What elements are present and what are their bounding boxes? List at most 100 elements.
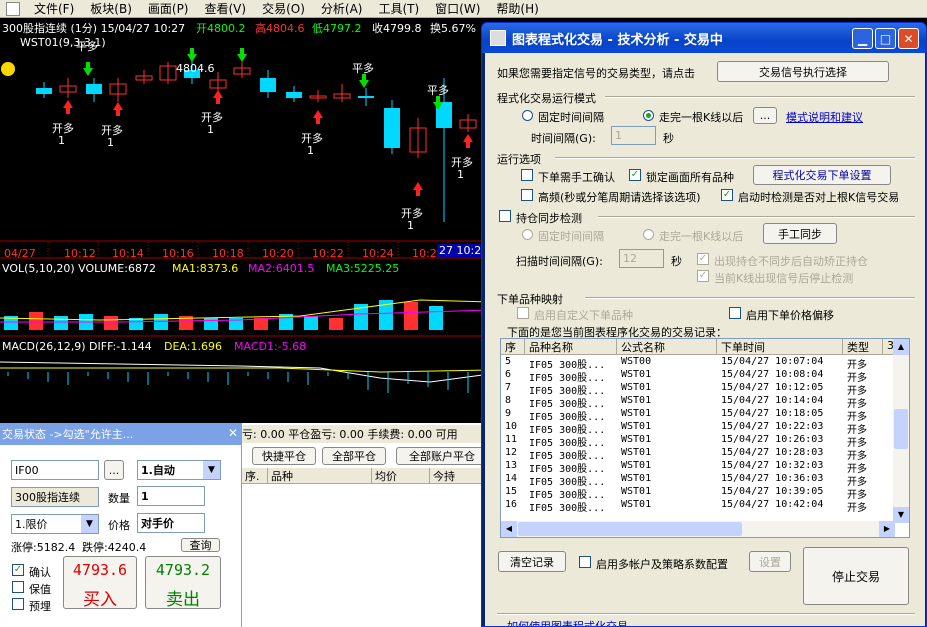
- col-seq[interactable]: 序: [501, 339, 525, 354]
- minimize-icon[interactable]: ▁: [852, 28, 873, 49]
- menu-window[interactable]: 窗口(W): [427, 0, 488, 17]
- table-row[interactable]: 11 IF05 300股... WST01 15/04/27 10:26:03 开多: [501, 434, 883, 447]
- horizontal-scrollbar[interactable]: ◀ ▶: [501, 521, 895, 537]
- trade-records-table[interactable]: 序 品种名称 公式名称 下单时间 类型 3 5 IF05 300股... WST00…: [500, 338, 910, 538]
- manual-confirm-checkbox[interactable]: [521, 169, 533, 181]
- table-row[interactable]: 6 IF05 300股... WST01 15/04/27 10:08:04 开多: [501, 369, 883, 382]
- order-setup-button[interactable]: 程式化交易下单设置: [753, 165, 891, 185]
- stop-detect-checkbox[interactable]: ✓: [697, 270, 709, 282]
- table-row[interactable]: 14 IF05 300股... WST01 15/04/27 10:36:03 开多: [501, 473, 883, 486]
- mode-options-button[interactable]: ...: [753, 107, 777, 124]
- sync-fixed-radio[interactable]: [522, 229, 533, 240]
- candle-body: [36, 88, 52, 94]
- menu-screen[interactable]: 画面(P): [140, 0, 197, 17]
- table-row[interactable]: 15 IF05 300股... WST01 15/04/27 10:39:05 开多: [501, 486, 883, 499]
- kline-radio[interactable]: [643, 110, 654, 121]
- scan-unit: 秒: [671, 255, 682, 268]
- col-formula-name[interactable]: 公式名称: [617, 339, 717, 354]
- table-row[interactable]: 13 IF05 300股... WST01 15/04/27 10:32:03 开多: [501, 460, 883, 473]
- table-row[interactable]: 10 IF05 300股... WST01 15/04/27 10:22:03 开多: [501, 421, 883, 434]
- mode-help-link[interactable]: 模式说明和建议: [786, 109, 863, 125]
- menu-help[interactable]: 帮助(H): [488, 0, 546, 17]
- table-row[interactable]: 7 IF05 300股... WST01 15/04/27 10:12:05 开多: [501, 382, 883, 395]
- signal-type-button[interactable]: 交易信号执行选择: [717, 61, 889, 82]
- table-cell: 开多: [847, 386, 867, 395]
- stop-trading-button[interactable]: 停止交易: [803, 547, 909, 605]
- scroll-thumb[interactable]: [894, 409, 908, 449]
- confirm-checkbox[interactable]: ✓: [12, 564, 24, 576]
- scroll-left-icon[interactable]: ◀: [501, 521, 517, 537]
- sell-button[interactable]: 4793.2 卖出: [145, 556, 221, 610]
- close-all-button[interactable]: 全部平仓: [322, 447, 386, 465]
- macd-macd1: MACD1:-5.68: [234, 340, 307, 353]
- lock-screen-checkbox[interactable]: ✓: [629, 169, 641, 181]
- chevron-down-icon[interactable]: ▼: [203, 461, 220, 479]
- startup-check-checkbox[interactable]: ✓: [721, 189, 733, 201]
- col-product: 品种: [268, 468, 372, 483]
- sync-kline-radio[interactable]: [643, 229, 654, 240]
- table-row[interactable]: 5 IF05 300股... WST00 15/04/27 10:07:04 开多: [501, 356, 883, 369]
- chevron-down-icon[interactable]: ▼: [81, 515, 98, 533]
- vertical-scrollbar[interactable]: ▲ ▼: [893, 339, 909, 523]
- scroll-right-icon[interactable]: ▶: [879, 521, 895, 537]
- col-type[interactable]: 类型: [843, 339, 883, 354]
- menu-view[interactable]: 查看(V): [197, 0, 255, 17]
- table-cell: 15/04/27 10:14:04: [721, 395, 824, 406]
- account-browse-button[interactable]: ...: [104, 460, 124, 480]
- position-sync-checkbox[interactable]: [499, 210, 511, 222]
- auto-correct-checkbox[interactable]: ✓: [697, 253, 709, 265]
- kline-label: 走完一根K线以后: [659, 111, 744, 124]
- volume-ma3: MA3:5225.25: [326, 262, 400, 275]
- fixed-interval-radio[interactable]: [522, 110, 533, 121]
- scan-interval-label: 扫描时间间隔(G):: [516, 255, 603, 268]
- table-row[interactable]: 12 IF05 300股... WST01 15/04/27 10:28:03 开多: [501, 447, 883, 460]
- query-button[interactable]: 查询: [181, 538, 220, 552]
- account-input[interactable]: IF00: [11, 460, 99, 480]
- price-input[interactable]: 对手价: [137, 513, 205, 533]
- buy-button[interactable]: 4793.6 买入: [63, 556, 137, 610]
- menu-tools[interactable]: 工具(T): [370, 0, 427, 17]
- custom-product-checkbox[interactable]: [517, 307, 529, 319]
- close-icon[interactable]: ✕: [228, 426, 238, 440]
- col-product-name[interactable]: 品种名称: [525, 339, 617, 354]
- menu-file[interactable]: 文件(F): [26, 0, 82, 17]
- menu-trade[interactable]: 交易(O): [254, 0, 313, 17]
- high-frequency-checkbox[interactable]: [521, 189, 533, 201]
- help-link[interactable]: 如何使用图表程式化交易: [507, 618, 628, 626]
- col-order-time[interactable]: 下单时间: [717, 339, 843, 354]
- buy-price: 4793.6: [72, 561, 128, 579]
- table-row[interactable]: 9 IF05 300股... WST01 15/04/27 10:18:05 开多: [501, 408, 883, 421]
- qty-input[interactable]: 1: [137, 486, 205, 506]
- table-cell: 开多: [847, 503, 867, 512]
- time-label: 10:18: [212, 247, 244, 260]
- custom-product-label: 启用自定义下单品种: [534, 309, 633, 322]
- table-row[interactable]: 16 IF05 300股... WST01 15/04/27 10:42:04 开多: [501, 499, 883, 512]
- scroll-up-icon[interactable]: ▲: [893, 339, 909, 355]
- hscroll-thumb[interactable]: [518, 522, 742, 536]
- clear-records-button[interactable]: 清空记录: [498, 551, 566, 572]
- multi-account-checkbox[interactable]: [579, 556, 591, 568]
- menu-analysis[interactable]: 分析(A): [313, 0, 371, 17]
- signal-prompt: 如果您需要指定信号的交易类型，请点击: [497, 67, 695, 80]
- order-panel: 交易状态 ->勾选"允许主... ✕ IF00 ... 1.自动 ▼ 300股指…: [0, 423, 242, 627]
- interval-input[interactable]: 1: [611, 126, 656, 145]
- stat-close: 收4799.8: [372, 22, 422, 35]
- close-all-accounts-button[interactable]: 全部账户平仓: [396, 447, 488, 465]
- price-chart[interactable]: 300股指连续 (1分) 15/04/27 10:27 开4800.2 高480…: [0, 18, 490, 423]
- scan-interval-input[interactable]: 12: [619, 249, 664, 268]
- settings-button[interactable]: 设置: [749, 551, 791, 572]
- preorder-checkbox[interactable]: [12, 598, 24, 610]
- table-row[interactable]: 8 IF05 300股... WST01 15/04/27 10:14:04 开多: [501, 395, 883, 408]
- close-icon[interactable]: ✕: [898, 28, 919, 49]
- order-type-value: 1.限价: [15, 518, 48, 531]
- maximize-icon[interactable]: □: [875, 28, 896, 49]
- menu-sector[interactable]: 板块(B): [82, 0, 140, 17]
- manual-sync-button[interactable]: 手工同步: [763, 223, 837, 244]
- hedge-checkbox[interactable]: [12, 581, 24, 593]
- signal-label: 平多: [427, 84, 449, 97]
- mode-select[interactable]: 1.自动 ▼: [137, 460, 221, 480]
- order-type-select[interactable]: 1.限价 ▼: [11, 514, 99, 534]
- price-offset-checkbox[interactable]: [729, 307, 741, 319]
- scroll-down-icon[interactable]: ▼: [893, 507, 909, 523]
- quick-close-button[interactable]: 快捷平仓: [252, 447, 316, 465]
